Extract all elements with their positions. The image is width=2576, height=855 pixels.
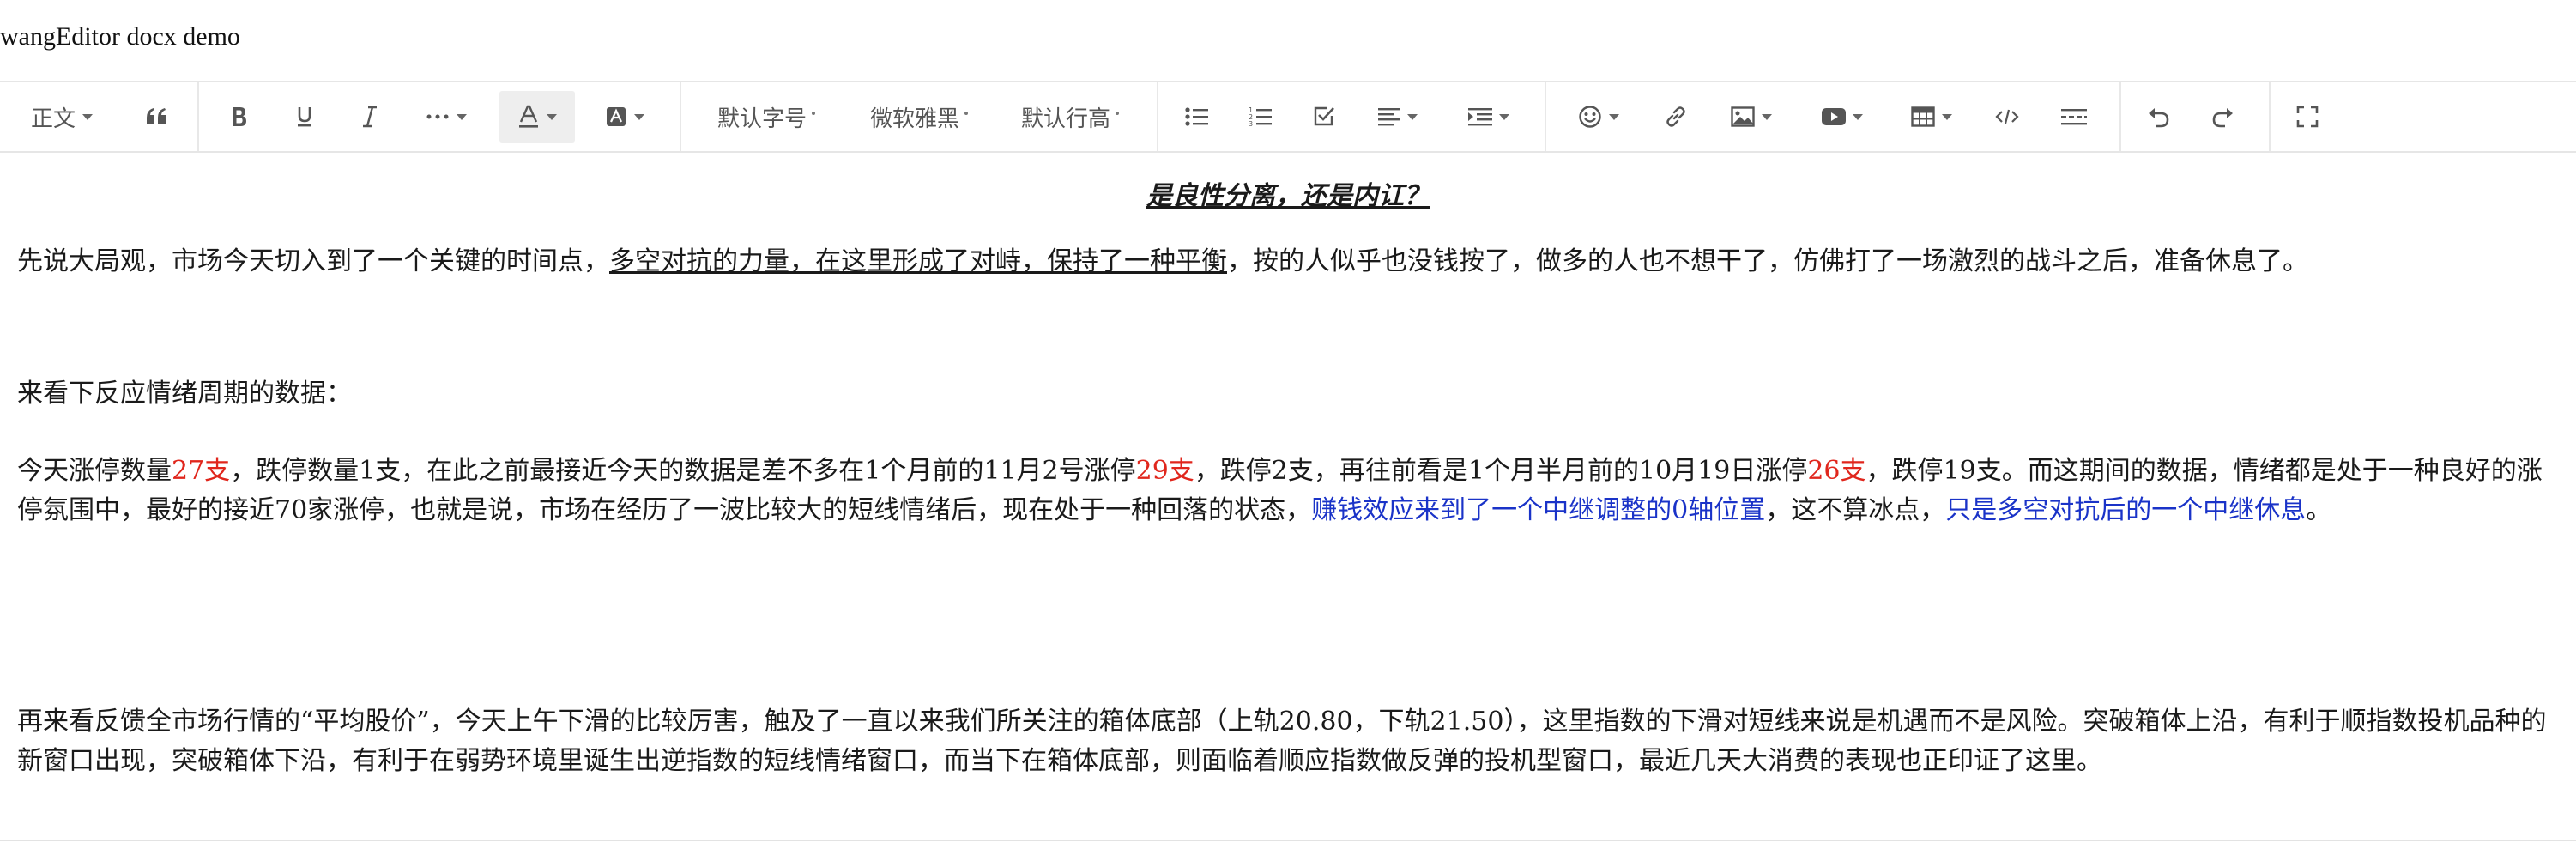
chevron-down-icon (634, 113, 644, 120)
image-icon (1731, 106, 1755, 127)
justify-button[interactable] (1368, 91, 1428, 142)
quote-icon (145, 107, 167, 126)
chevron-down-icon (812, 112, 815, 115)
quote-button[interactable] (134, 91, 178, 142)
paragraph-sentiment-intro: 来看下反应情绪周期的数据： (17, 379, 352, 409)
underline-icon (295, 106, 314, 128)
svg-text:3: 3 (1249, 120, 1253, 128)
paragraph-sentiment-data: 今天涨停数量27支，跌停数量1支，在此之前最接近今天的数据是差不多在1个月前的1… (17, 456, 2543, 525)
chevron-down-icon (457, 113, 467, 120)
insert-image-button[interactable] (1721, 91, 1781, 142)
emotion-button[interactable] (1569, 91, 1629, 142)
paragraph-market-overview: 先说大局观，市场今天切入到了一个关键的时间点，多空对抗的力量，在这里形成了对峙，… (17, 246, 2308, 276)
paragraph-style-select[interactable]: 正文 (19, 91, 105, 142)
fullscreen-button[interactable] (2286, 91, 2329, 142)
chevron-down-icon (1116, 112, 1119, 115)
highlight-blue: 只是多空对抗后的一个中继休息 (1945, 495, 2307, 525)
app-title: wangEditor docx demo (0, 22, 240, 51)
fullscreen-icon (2296, 106, 2319, 128)
code-icon (1995, 107, 2019, 126)
undo-icon (2146, 106, 2170, 128)
background-color-icon (605, 106, 627, 128)
numbered-list-icon: 123 (1249, 106, 1273, 128)
code-block-button[interactable] (1986, 91, 2029, 142)
bold-icon (230, 106, 249, 128)
chevron-down-icon (1609, 113, 1619, 120)
chevron-down-icon (1942, 113, 1952, 120)
font-size-select[interactable]: 默认字号 (702, 91, 831, 142)
paragraph-average-price: 再来看反馈全市场行情的“平均股价”，今天上午下滑的比较厉害，触及了一直以来我们所… (17, 706, 2547, 776)
line-height-label: 默认行高 (1020, 106, 1110, 132)
insert-video-button[interactable] (1812, 91, 1872, 142)
chevron-down-icon (82, 113, 93, 120)
chevron-down-icon (1407, 113, 1418, 120)
editor-toolbar: 正文 默认字号 微软雅黑 默认行高 1 2 3 (0, 81, 2576, 153)
insert-divider-button[interactable] (2053, 91, 2095, 142)
indent-icon (1468, 107, 1492, 126)
highlight-red: 27支 (172, 456, 231, 486)
chevron-down-icon (964, 112, 968, 115)
redo-icon (2211, 106, 2235, 128)
paragraph-style-label: 正文 (30, 106, 76, 132)
line-height-select[interactable]: 默认行高 (1006, 91, 1134, 142)
background-color-button[interactable] (592, 91, 657, 142)
more-icon (426, 113, 450, 120)
highlight-blue: 赚钱效应来到了一个中继调整的0轴位置 (1311, 495, 1766, 525)
indent-button[interactable] (1459, 91, 1519, 142)
insert-link-button[interactable] (1654, 91, 1697, 142)
underlined-phrase: 多空对抗的力量，在这里形成了对峙，保持了一种平衡 (609, 246, 1227, 276)
font-color-button[interactable] (499, 91, 575, 142)
font-color-icon (517, 105, 540, 129)
table-icon (1911, 106, 1935, 127)
chevron-down-icon (1853, 113, 1863, 120)
more-style-button[interactable] (412, 91, 481, 142)
chevron-down-icon (547, 113, 557, 120)
bold-button[interactable] (218, 91, 261, 142)
justify-icon (1378, 107, 1400, 126)
numbered-list-button[interactable]: 123 (1239, 91, 1282, 142)
emotion-icon (1578, 105, 1602, 129)
highlight-red: 26支 (1807, 456, 1866, 486)
editor-bottom-border (0, 840, 2576, 841)
bulleted-list-icon (1185, 106, 1209, 127)
bulleted-list-button[interactable] (1176, 91, 1218, 142)
italic-icon (360, 106, 379, 128)
highlight-red: 29支 (1135, 456, 1194, 486)
font-family-select[interactable]: 微软雅黑 (855, 91, 983, 142)
chevron-down-icon (1499, 113, 1509, 120)
insert-table-button[interactable] (1902, 91, 1962, 142)
todo-button[interactable] (1303, 91, 1345, 142)
undo-button[interactable] (2137, 91, 2180, 142)
link-icon (1664, 105, 1688, 129)
font-size-label: 默认字号 (717, 106, 807, 132)
document-heading: 是良性分离，还是内讧？ (1146, 181, 1430, 211)
redo-button[interactable] (2202, 91, 2245, 142)
todo-icon (1313, 106, 1335, 128)
italic-button[interactable] (348, 91, 391, 142)
underline-button[interactable] (283, 91, 326, 142)
chevron-down-icon (1762, 113, 1772, 120)
divider-icon (2061, 107, 2087, 126)
font-family-label: 微软雅黑 (869, 106, 959, 132)
video-icon (1822, 107, 1846, 126)
